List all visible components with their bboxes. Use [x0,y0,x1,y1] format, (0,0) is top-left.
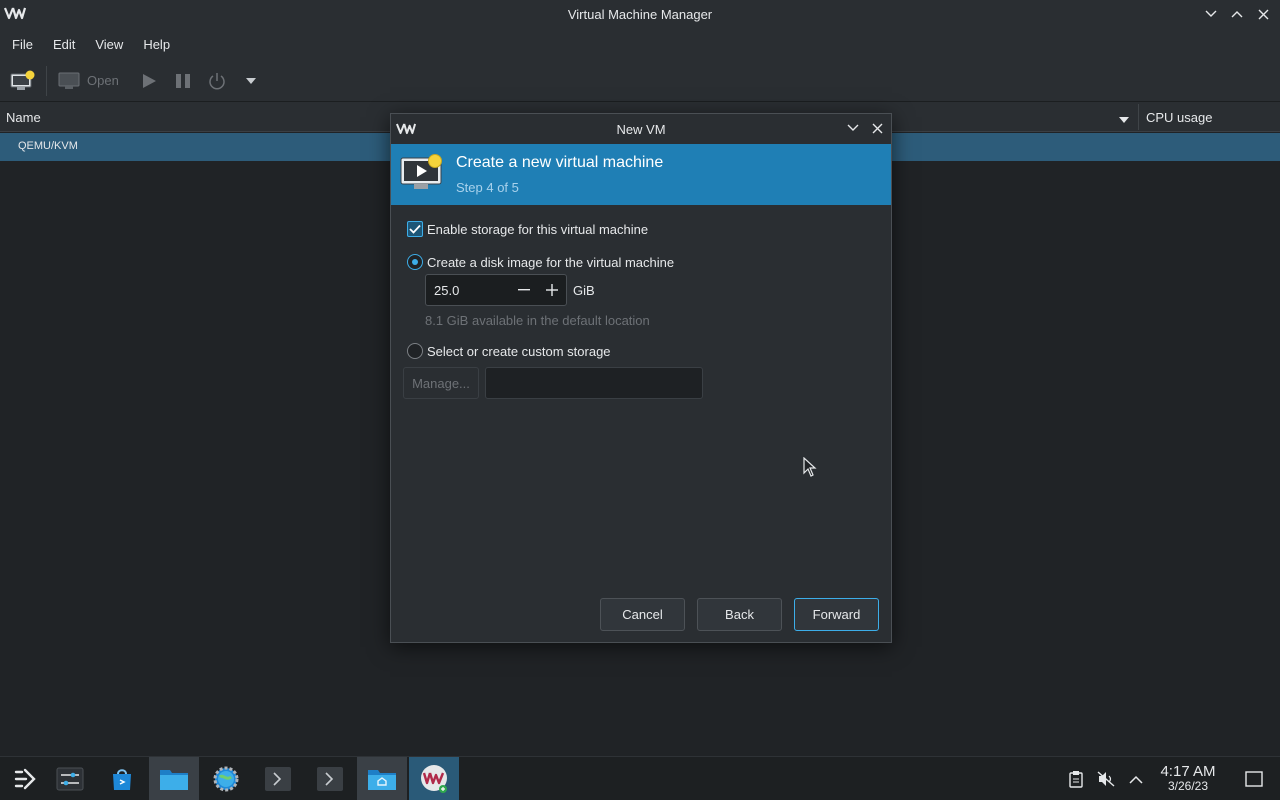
menu-help[interactable]: Help [137,37,176,52]
new-vm-dialog: New VM Create a new virtual machine Step… [390,113,892,643]
dialog-title: New VM [616,121,666,137]
back-button[interactable]: Back [697,598,782,631]
run-button[interactable] [135,65,163,97]
enable-storage-label[interactable]: Enable storage for this virtual machine [427,222,648,237]
app-launcher-button[interactable] [0,757,50,800]
new-vm-button[interactable] [8,65,36,97]
custom-storage-radio[interactable] [407,343,423,359]
menu-edit[interactable]: Edit [47,37,81,52]
create-disk-label[interactable]: Create a disk image for the virtual mach… [427,255,674,270]
enable-storage-checkbox[interactable] [407,221,423,237]
virt-manager-task[interactable] [409,757,459,800]
terminal-icon [265,767,291,791]
disk-size-unit: GiB [573,283,595,298]
close-icon[interactable] [1254,5,1272,23]
browser-task[interactable] [201,757,251,800]
dialog-minimize-icon[interactable] [845,120,861,136]
open-button[interactable]: Open [57,65,119,97]
globe-gear-icon [213,766,239,792]
toolbar: Open [0,60,1280,102]
vm-logo-icon [3,6,27,23]
play-icon [142,73,156,88]
pause-icon [175,73,190,88]
home-folder-icon [368,770,396,790]
vm-logo-icon [395,122,417,138]
dialog-close-icon[interactable] [869,120,885,136]
menu-bar: File Edit View Help [0,28,1280,60]
system-tray-expand-icon[interactable] [1126,757,1146,800]
new-vm-icon [10,70,35,90]
checkmark-icon [409,224,421,234]
custom-storage-label[interactable]: Select or create custom storage [427,344,611,359]
terminal-task-2[interactable] [305,757,355,800]
pause-button[interactable] [169,65,197,97]
menu-file[interactable]: File [6,37,39,52]
settings-sliders-icon [56,767,84,791]
system-settings-task[interactable] [45,757,95,800]
create-disk-radio[interactable] [407,254,423,270]
banner-step: Step 4 of 5 [456,180,519,195]
open-label: Open [87,73,119,88]
clock-date: 3/26/23 [1167,779,1209,793]
forward-button[interactable]: Forward [794,598,879,631]
monitor-icon [58,72,80,89]
dropdown-arrow-icon [245,77,256,84]
digital-clock[interactable]: 4:17 AM 3/26/23 [1150,763,1226,793]
toolbar-separator [46,65,47,96]
shutdown-button[interactable] [203,65,231,97]
taskbar: 4:17 AM 3/26/23 [0,756,1280,800]
clipboard-icon[interactable] [1066,757,1086,800]
manage-button[interactable]: Manage... [403,367,479,399]
dialog-banner: Create a new virtual machine Step 4 of 5 [391,144,891,205]
show-desktop-icon[interactable] [1244,757,1264,800]
terminal-task-1[interactable] [253,757,303,800]
increment-button[interactable] [538,275,566,305]
virt-manager-app-icon [421,765,447,793]
shopping-bag-icon [113,769,131,790]
terminal-icon [317,767,343,791]
maximize-icon[interactable] [1228,5,1246,23]
available-space-text: 8.1 GiB available in the default locatio… [425,313,650,328]
volume-muted-icon[interactable] [1096,757,1116,800]
window-title: Virtual Machine Manager [567,6,713,22]
disk-size-value[interactable]: 25.0 [426,283,510,298]
file-manager-task[interactable] [149,757,199,800]
window-titlebar: Virtual Machine Manager [0,0,1280,28]
minimize-icon[interactable] [1202,5,1220,23]
new-vm-icon [399,152,445,197]
storage-path-input[interactable] [485,367,703,399]
power-icon [209,72,225,89]
mouse-cursor-icon [803,456,817,480]
banner-title: Create a new virtual machine [456,154,664,171]
connection-label: QEMU/KVM [18,140,78,152]
column-cpu-usage[interactable]: CPU usage [1146,110,1212,125]
discover-store-task[interactable] [97,757,147,800]
decrement-button[interactable] [510,275,538,305]
minus-icon [518,289,530,291]
folder-icon [160,770,188,790]
disk-size-spinbox[interactable]: 25.0 [425,274,567,306]
sort-arrow-icon[interactable] [1118,112,1130,127]
cancel-button[interactable]: Cancel [600,598,685,631]
home-folder-task[interactable] [357,757,407,800]
clock-time: 4:17 AM [1160,763,1216,780]
menu-view[interactable]: View [89,37,129,52]
steamos-launcher-icon [14,768,36,790]
dialog-titlebar: New VM [391,114,891,144]
column-divider[interactable] [1138,104,1139,130]
column-name[interactable]: Name [6,110,41,125]
plus-icon [546,284,558,296]
shutdown-menu-button[interactable] [237,65,265,97]
